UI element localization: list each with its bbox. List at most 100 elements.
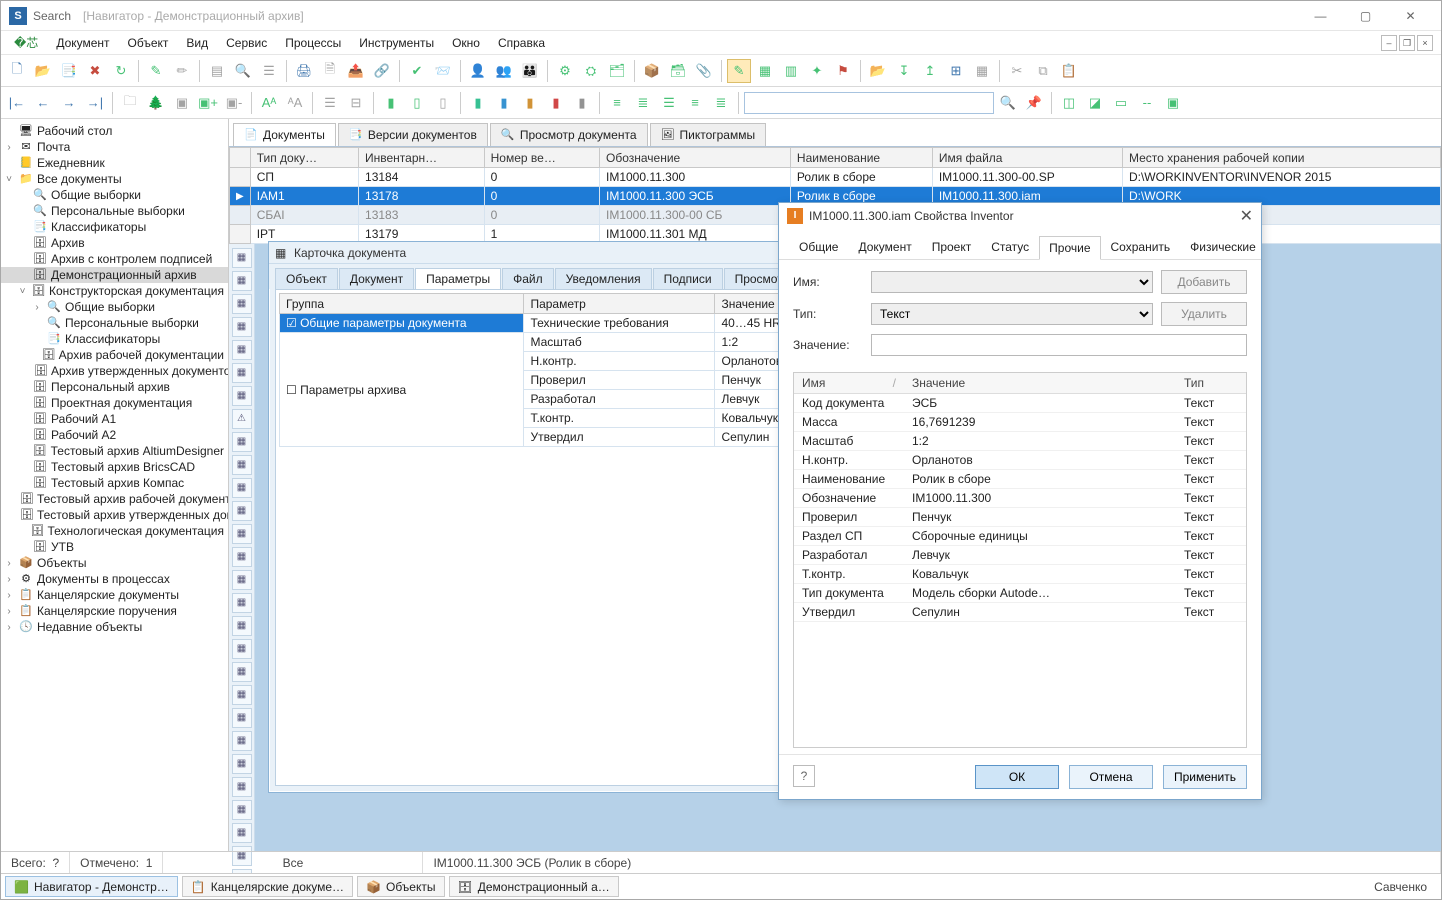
taskbar-item[interactable]: 📋Канцелярские докуме… xyxy=(182,876,353,897)
prop-row[interactable]: УтвердилСепулинТекст xyxy=(794,603,1246,622)
side-icon[interactable]: ▦ xyxy=(232,363,252,383)
open-icon[interactable]: 📂 xyxy=(31,59,55,83)
add-sel-icon[interactable]: ▣ xyxy=(170,91,194,115)
side-icon[interactable]: ▦ xyxy=(232,340,252,360)
tree-node[interactable]: ˅🗄Конструкторская документация xyxy=(1,283,228,299)
nav-next-icon[interactable]: → xyxy=(57,91,81,115)
side-icon[interactable]: ▦ xyxy=(232,639,252,659)
refresh-icon[interactable]: ↻ xyxy=(109,59,133,83)
az-icon[interactable]: Aᴬ xyxy=(257,91,281,115)
side-icon[interactable]: ▦ xyxy=(232,593,252,613)
side-icon[interactable]: ▦ xyxy=(232,800,252,820)
tree-node[interactable]: 🔍Персональные выборки xyxy=(1,203,228,219)
align3-icon[interactable]: ☰ xyxy=(657,91,681,115)
menu-item[interactable]: Процессы xyxy=(276,33,350,53)
prop-row[interactable]: Раздел СПСборочные единицыТекст xyxy=(794,527,1246,546)
taskbar-item[interactable]: 🗄Демонстрационный а… xyxy=(449,876,619,897)
align2-icon[interactable]: ≣ xyxy=(631,91,655,115)
doc-tab[interactable]: 🖼Пиктограммы xyxy=(650,123,767,146)
tree-node[interactable]: ˅📁Все документы xyxy=(1,171,228,187)
copy-doc-icon[interactable]: 📑 xyxy=(57,59,81,83)
minimize-button[interactable]: — xyxy=(1298,2,1343,30)
menu-item[interactable]: Сервис xyxy=(217,33,276,53)
tree-node[interactable]: 🗄Архив xyxy=(1,235,228,251)
tree-node[interactable]: 🗄Архив рабочей документации xyxy=(1,347,228,363)
tree-node[interactable]: 🗄Архив утвержденных документов xyxy=(1,363,228,379)
link-icon[interactable]: 🔗 xyxy=(370,59,394,83)
c4-icon[interactable]: ▮ xyxy=(544,91,568,115)
card-tab[interactable]: Файл xyxy=(502,268,554,289)
pin-icon[interactable]: 📌 xyxy=(1022,91,1046,115)
card-tab[interactable]: Параметры xyxy=(415,268,501,289)
tree-node[interactable]: ›🔍Общие выборки xyxy=(1,299,228,315)
highlight-icon[interactable]: ✎ xyxy=(727,59,751,83)
tree-node[interactable]: 🗄Персональный архив xyxy=(1,379,228,395)
nav-first-icon[interactable]: |← xyxy=(5,91,29,115)
flag-icon[interactable]: ⚑ xyxy=(831,59,855,83)
c2-icon[interactable]: ▮ xyxy=(492,91,516,115)
mdi-min-icon[interactable]: – xyxy=(1381,35,1397,51)
tree-node[interactable]: 🗄УТВ xyxy=(1,539,228,555)
menu-item[interactable]: Документ xyxy=(47,33,118,53)
tree-node[interactable]: 🗄Рабочий А2 xyxy=(1,427,228,443)
tree-node[interactable]: ›📦Объекты xyxy=(1,555,228,571)
proc1-icon[interactable]: ⚙ xyxy=(553,59,577,83)
card-tab[interactable]: Объект xyxy=(275,268,338,289)
form1-icon[interactable]: ▦ xyxy=(753,59,777,83)
prop-row[interactable]: Тип документаМодель сборки Autode…Текст xyxy=(794,584,1246,603)
box1-icon[interactable]: 📦 xyxy=(640,59,664,83)
props-icon[interactable]: ▤ xyxy=(205,59,229,83)
grid-header[interactable]: Имя файла xyxy=(932,148,1122,168)
view2-icon[interactable]: ⊟ xyxy=(344,91,368,115)
export-icon[interactable]: 📤 xyxy=(344,59,368,83)
doc-tab[interactable]: 📄Документы xyxy=(233,123,336,146)
col1-icon[interactable]: ▮ xyxy=(379,91,403,115)
c5-icon[interactable]: ▮ xyxy=(570,91,594,115)
layout5-icon[interactable]: ▣ xyxy=(1161,91,1185,115)
grid-header[interactable]: Тип доку… xyxy=(250,148,358,168)
approve-icon[interactable]: ✔ xyxy=(405,59,429,83)
name-select[interactable] xyxy=(871,271,1153,293)
tree-node[interactable]: 🖥Рабочий стол xyxy=(1,123,228,139)
user-icon[interactable]: 👤 xyxy=(466,59,490,83)
cancel-button[interactable]: Отмена xyxy=(1069,765,1153,789)
dialog-close-icon[interactable]: ✕ xyxy=(1240,206,1253,226)
layout4-icon[interactable]: -- xyxy=(1135,91,1159,115)
side-icon[interactable]: ▦ xyxy=(232,685,252,705)
sort-desc-icon[interactable]: ↥ xyxy=(918,59,942,83)
tree-node[interactable]: 🗄Тестовый архив утвержденных документов xyxy=(1,507,228,523)
grid-row[interactable]: СП131840IM1000.11.300Ролик в сбореIM1000… xyxy=(230,168,1441,187)
grid-icon[interactable]: ⊞ xyxy=(944,59,968,83)
edit-icon[interactable]: ✎ xyxy=(144,59,168,83)
grid-header[interactable]: Место хранения рабочей копии xyxy=(1122,148,1440,168)
send-icon[interactable]: 📨 xyxy=(431,59,455,83)
tree-node[interactable]: 🗄Тестовый архив рабочей документации xyxy=(1,491,228,507)
side-icon[interactable]: ▦ xyxy=(232,708,252,728)
ok-button[interactable]: ОК xyxy=(975,765,1059,789)
new-icon[interactable]: 🗋 xyxy=(5,59,29,83)
find-icon[interactable]: 🔍 xyxy=(996,91,1020,115)
menu-item[interactable]: Вид xyxy=(177,33,217,53)
paste-icon[interactable]: 📋 xyxy=(1057,59,1081,83)
sel-minus-icon[interactable]: ▣- xyxy=(222,91,246,115)
side-icon[interactable]: ▦ xyxy=(232,754,252,774)
list-icon[interactable]: ☰ xyxy=(257,59,281,83)
delete-icon[interactable]: ✖ xyxy=(83,59,107,83)
tree-node[interactable]: 🗄Технологическая документация xyxy=(1,523,228,539)
layout2-icon[interactable]: ◪ xyxy=(1083,91,1107,115)
side-icon[interactable]: ▦ xyxy=(232,547,252,567)
props-list[interactable]: Имя /ЗначениеТип Код документаЭСБТекстМа… xyxy=(794,373,1246,622)
c3-icon[interactable]: ▮ xyxy=(518,91,542,115)
nav-tree[interactable]: 🖥Рабочий стол›✉Почта📒Ежедневник˅📁Все док… xyxy=(1,119,229,851)
tree-node[interactable]: 🗄Тестовый архив BricsCAD xyxy=(1,459,228,475)
group-icon[interactable]: 👪 xyxy=(518,59,542,83)
menu-item[interactable]: Справка xyxy=(489,33,554,53)
dialog-tab[interactable]: Физические xyxy=(1180,235,1266,259)
side-icon[interactable]: ▦ xyxy=(232,777,252,797)
type-select[interactable]: Текст xyxy=(871,303,1153,325)
apply-button[interactable]: Применить xyxy=(1163,765,1247,789)
prop-row[interactable]: ОбозначениеIM1000.11.300Текст xyxy=(794,489,1246,508)
cut-icon[interactable]: ✂ xyxy=(1005,59,1029,83)
box2-icon[interactable]: 🗃 xyxy=(666,59,690,83)
side-icon[interactable]: ⚠ xyxy=(232,409,252,429)
